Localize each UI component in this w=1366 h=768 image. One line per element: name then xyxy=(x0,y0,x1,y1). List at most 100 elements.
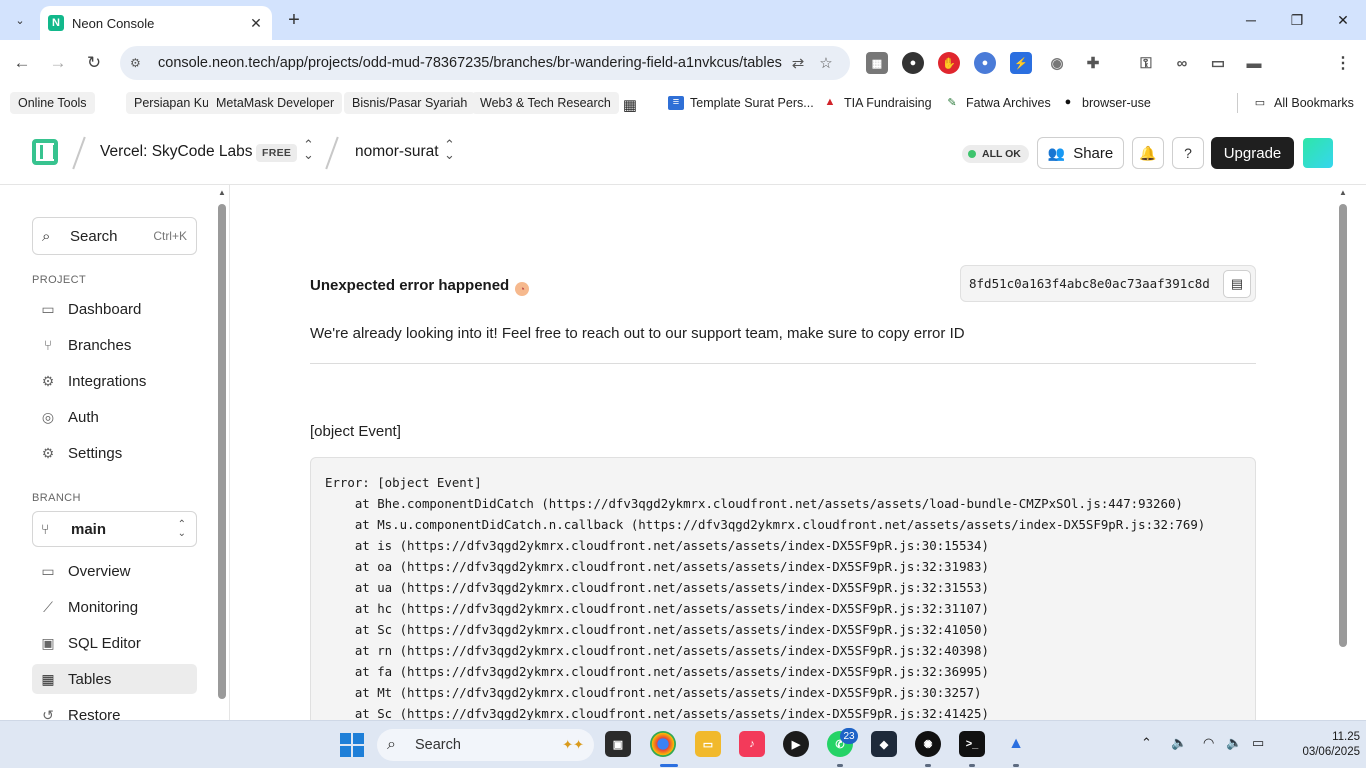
reload-icon[interactable]: ↻ xyxy=(82,51,106,75)
adblock-extension-icon[interactable]: ✋ xyxy=(938,52,960,74)
upgrade-button[interactable]: Upgrade xyxy=(1211,137,1294,169)
puzzle-extensions-icon[interactable]: ✚ xyxy=(1082,52,1104,74)
bookmark-label: browser-use xyxy=(1082,96,1151,110)
sidebar-item-label: Overview xyxy=(68,562,131,580)
taskbar-clock[interactable]: 11.25 03/06/2025 xyxy=(1300,730,1360,760)
qr-extension-icon[interactable]: ▦ xyxy=(866,52,888,74)
sidebar-item-overview[interactable]: ▭ Overview xyxy=(32,556,197,586)
scroll-up-arrow-icon[interactable]: ▲ xyxy=(218,188,226,197)
error-panel: Unexpected error happened ◔ 8fd51c0a163f4… xyxy=(231,185,1334,720)
sidebar-item-sql-editor[interactable]: ▣ SQL Editor xyxy=(32,628,197,658)
project-section-label: PROJECT xyxy=(32,274,87,286)
key-extension-icon[interactable]: ● xyxy=(902,52,924,74)
scroll-up-arrow-icon[interactable]: ▲ xyxy=(1339,188,1347,197)
new-tab-icon[interactable]: + xyxy=(282,8,306,32)
branch-selector[interactable]: ⑂ main ⌃ ⌄ xyxy=(32,511,197,547)
breadcrumb-separator xyxy=(72,136,86,170)
app-a-icon[interactable]: ▲ xyxy=(1003,731,1029,757)
speaker-icon[interactable]: 🔈 xyxy=(1171,735,1187,751)
chrome-extension-icon[interactable]: ● xyxy=(974,52,996,74)
file-explorer-icon[interactable]: ▭ xyxy=(695,731,721,757)
sidebar-item-dashboard[interactable]: ▭ Dashboard xyxy=(32,294,197,324)
password-key-icon[interactable]: ⚿ xyxy=(1135,52,1157,74)
sidebar-item-auth[interactable]: ◎ Auth xyxy=(32,402,197,432)
main-scrollbar[interactable]: ▲ xyxy=(1337,188,1349,720)
bookmark-metamask-developer[interactable]: MetaMask Developer xyxy=(208,92,343,114)
sidebar-item-integrations[interactable]: ⚙ Integrations xyxy=(32,366,197,396)
music-icon[interactable]: ♪ xyxy=(739,731,765,757)
media-player-icon[interactable]: ▶ xyxy=(783,731,809,757)
search-button[interactable]: ⌕ Search Ctrl+K xyxy=(32,217,197,255)
volume-icon[interactable]: 🔈 xyxy=(1226,735,1242,751)
close-window-icon[interactable]: ✕ xyxy=(1320,0,1366,40)
bookmark-browser-use[interactable]: ● browser-use xyxy=(1060,92,1151,114)
bookmark-fatwa-archives[interactable]: ✎ Fatwa Archives xyxy=(944,92,1051,114)
bookmark-bisnis-pasar-syariah[interactable]: Bisnis/Pasar Syariah xyxy=(344,92,476,114)
sidebar-item-tables[interactable]: ▦ Tables xyxy=(32,664,197,694)
all-bookmarks-label: All Bookmarks xyxy=(1274,96,1354,110)
address-bar[interactable]: ⚙ console.neon.tech/app/projects/odd-mud… xyxy=(120,46,850,80)
wifi-icon[interactable]: ◠ xyxy=(1203,735,1214,751)
share-button[interactable]: 👥 Share xyxy=(1037,137,1124,169)
sidebar-item-settings[interactable]: ⚙ Settings xyxy=(32,438,197,468)
apps-grid-icon[interactable]: ▦ xyxy=(622,92,644,114)
forward-arrow-icon[interactable]: → xyxy=(46,51,70,75)
all-bookmarks[interactable]: ▭ All Bookmarks xyxy=(1252,92,1354,114)
terminal-icon[interactable]: >_ xyxy=(959,731,985,757)
link-icon[interactable]: ∞ xyxy=(1171,52,1193,74)
url-text[interactable]: console.neon.tech/app/projects/odd-mud-7… xyxy=(150,55,784,71)
chrome-taskbar-icon[interactable] xyxy=(650,731,676,757)
bookmark-template-surat[interactable]: ≡ Template Surat Pers... xyxy=(668,92,814,114)
payment-card-icon[interactable]: ▬ xyxy=(1243,52,1265,74)
chart-line-icon: ⟋ xyxy=(43,598,53,615)
tray-overflow-chevron-icon[interactable]: ⌃ xyxy=(1141,735,1152,751)
camera-extension-icon[interactable]: ◉ xyxy=(1046,52,1068,74)
windows-start-icon[interactable] xyxy=(340,733,364,757)
battery-icon[interactable]: ▭ xyxy=(1252,735,1264,751)
close-tab-icon[interactable]: ✕ xyxy=(248,15,264,31)
sidebar-item-restore[interactable]: ↺ Restore xyxy=(32,700,197,721)
notifications-button[interactable]: 🔔 xyxy=(1132,137,1164,169)
bookmark-star-icon[interactable]: ☆ xyxy=(812,54,840,72)
user-avatar[interactable] xyxy=(1303,138,1333,168)
site-info-icon[interactable]: ⚙ xyxy=(130,56,150,70)
help-button[interactable]: ? xyxy=(1172,137,1204,169)
sidebar-item-branches[interactable]: ⑂ Branches xyxy=(32,330,197,360)
reading-mode-icon[interactable]: ▭ xyxy=(1207,52,1229,74)
chrome-menu-icon[interactable]: ⋮ xyxy=(1332,52,1354,74)
error-message: [object Event] xyxy=(310,423,401,440)
org-name[interactable]: Vercel: SkyCode Labs xyxy=(100,143,253,161)
bookmark-label: Fatwa Archives xyxy=(966,96,1051,110)
status-dot-icon xyxy=(968,150,976,158)
back-arrow-icon[interactable]: ← xyxy=(10,51,34,75)
bookmark-tia-fundraising[interactable]: ▲ TIA Fundraising xyxy=(822,92,932,114)
tab-search-chevron-icon[interactable]: ⌄ xyxy=(8,8,32,32)
sidebar-scroll-thumb[interactable] xyxy=(218,204,226,699)
whatsapp-unread-badge: 23 xyxy=(840,728,858,744)
chatgpt-icon[interactable]: ✺ xyxy=(915,731,941,757)
github-icon: ● xyxy=(1064,96,1072,108)
project-switcher-chevron-icon[interactable]: ⌃ ⌄ xyxy=(444,138,455,161)
error-id[interactable]: 8fd51c0a163f4abc8e0ac73aaf391c8d xyxy=(969,276,1223,291)
sidebar-item-monitoring[interactable]: ⟋ Monitoring xyxy=(32,592,197,622)
project-name[interactable]: nomor-surat xyxy=(355,143,439,161)
neon-logo-icon[interactable] xyxy=(32,139,58,165)
task-view-icon[interactable]: ▣ xyxy=(605,731,631,757)
app-cube-icon[interactable]: ◆ xyxy=(871,731,897,757)
bookmark-web3-tech-research[interactable]: Web3 & Tech Research xyxy=(472,92,619,114)
minimize-icon[interactable]: ─ xyxy=(1228,0,1274,40)
status-badge[interactable]: ALL OK xyxy=(962,145,1029,163)
upgrade-label: Upgrade xyxy=(1223,144,1282,162)
terminal-icon: ▣ xyxy=(41,634,55,651)
org-switcher-chevron-icon[interactable]: ⌃ ⌄ xyxy=(303,138,314,161)
stack-line: at ua (https://dfv3qgd2ykmrx.cloudfront.… xyxy=(325,580,989,595)
browser-tab[interactable]: N Neon Console ✕ xyxy=(40,6,272,40)
translate-icon[interactable]: ⇄ xyxy=(784,54,812,72)
main-scroll-thumb[interactable] xyxy=(1339,204,1347,647)
restore-window-icon[interactable]: ❐ xyxy=(1274,0,1320,40)
bookmark-online-tools[interactable]: Online Tools xyxy=(10,92,95,114)
taskbar-search[interactable]: ⌕ Search ✦✦ xyxy=(377,729,594,761)
copy-error-id-button[interactable]: ▤ xyxy=(1223,269,1251,298)
sidebar-scrollbar[interactable]: ▲ xyxy=(217,188,227,720)
bolt-extension-icon[interactable]: ⚡ xyxy=(1010,52,1032,74)
